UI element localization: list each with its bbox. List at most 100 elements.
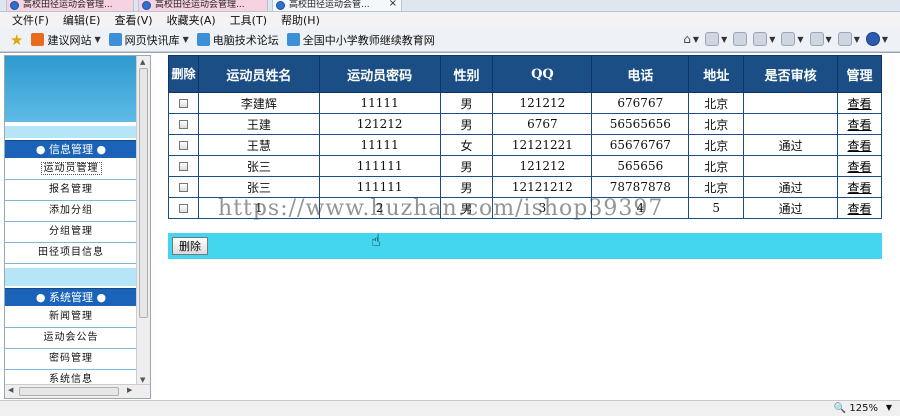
view-link[interactable]: 查看 [847,181,871,195]
chevron-down-icon: ▼ [721,34,728,44]
nav-item-label: 运动员管理 [40,162,102,175]
tools-button[interactable]: ▼ [837,32,860,46]
view-link[interactable]: 查看 [847,160,871,174]
delete-cell [168,155,199,177]
cell-gender: 男 [439,155,494,177]
web-slice-icon [108,33,122,46]
nav-section-info-management[interactable]: ● 信息管理 ● [5,140,137,158]
table-row: 李建辉 11111 男 121212 676767 北京 查看 [168,92,882,114]
menu-file[interactable]: 文件(F) [12,12,49,28]
favorites-star-icon[interactable]: ★ [10,32,23,47]
feeds-button[interactable]: ▼ [705,32,727,46]
nav-item-registration-management[interactable]: 报名管理 [5,180,137,201]
nav-item-label: 田径项目信息 [38,247,104,258]
help-button[interactable]: ▼ [865,32,888,46]
nav-item-label: 添加分组 [49,205,93,216]
fav-teacher-edu[interactable]: 全国中小学教师继续教育网 [286,32,435,48]
col-header-gender: 性别 [439,55,494,93]
nav-item-track-events[interactable]: 田径项目信息 [5,243,137,264]
browser-tab-bar: 高校田径运动会管理... 高校田径运动会管理... 高校田径运动会管... × [0,0,900,12]
row-select-checkbox[interactable] [178,120,188,129]
menu-favorites[interactable]: 收藏夹(A) [167,12,216,28]
nav-section-system-management[interactable]: ● 系统管理 ● [5,288,137,306]
athlete-table-container: 删除 运动员姓名 运动员密码 性别 QQ 电话 地址 是否审核 管理 李建辉 1… [168,55,882,219]
cell-phone: 78787878 [591,176,690,198]
zoom-level[interactable]: 🔍 125% [834,403,878,414]
scroll-thumb[interactable] [139,68,148,318]
scroll-thumb[interactable] [19,387,119,396]
nav-vertical-scrollbar[interactable]: ▲ ▼ [136,56,150,386]
menu-help[interactable]: 帮助(H) [281,12,320,28]
safety-button[interactable]: ▼ [809,32,832,46]
cell-name: 张三 [197,176,320,198]
page-button[interactable]: ▼ [781,32,804,46]
menu-tools[interactable]: 工具(T) [230,12,267,28]
cell-phone: 65676767 [591,134,690,156]
chevron-down-icon: ▼ [797,34,804,44]
row-select-checkbox[interactable] [178,183,188,192]
nav-item-add-group[interactable]: 添加分组 [5,201,137,222]
browser-tab-2[interactable]: 高校田径运动会管理... [138,0,268,11]
view-link[interactable]: 查看 [847,202,871,216]
nav-item-group-management[interactable]: 分组管理 [5,222,137,243]
action-bar: 删除 [168,233,882,259]
row-select-checkbox[interactable] [178,99,188,108]
nav-item-label: 分组管理 [49,226,93,237]
chevron-down-icon[interactable]: ▼ [886,403,892,412]
cell-qq: 12121221 [492,134,593,156]
cell-qq: 6767 [492,113,593,135]
home-button[interactable]: ⌂ ▼ [683,32,699,46]
ie-icon [142,1,151,10]
cell-approved: 通过 [743,134,838,156]
delete-cell [168,197,199,219]
mail-button[interactable] [733,32,748,46]
cell-manage: 查看 [837,197,882,219]
scroll-up-icon[interactable]: ▲ [140,58,145,66]
browser-tab-1[interactable]: 高校田径运动会管理... [6,0,134,11]
close-tab-icon[interactable]: × [389,0,397,9]
browser-tab-3-active[interactable]: 高校田径运动会管... × [272,0,402,11]
menu-edit[interactable]: 编辑(E) [63,12,101,28]
print-button[interactable]: ▼ [753,32,775,46]
cell-gender: 男 [439,113,494,135]
row-select-checkbox[interactable] [178,141,188,150]
nav-item-athlete-management[interactable]: 运动员管理 [5,159,137,180]
nav-item-news-management[interactable]: 新闻管理 [5,307,137,328]
delete-button[interactable]: 删除 [172,237,208,255]
ie-icon [276,1,285,10]
col-header-athlete-name: 运动员姓名 [197,55,320,93]
row-select-checkbox[interactable] [178,204,188,213]
cell-phone: 565656 [591,155,690,177]
col-header-delete: 删除 [168,55,199,93]
cell-address: 北京 [688,134,745,156]
col-header-qq: QQ [492,55,593,93]
nav-item-meet-announcement[interactable]: 运动会公告 [5,328,137,349]
command-bar: ⌂ ▼ ▼ ▼ ▼ ▼ ▼ ▼ [683,32,888,46]
suggested-sites-icon [31,33,45,46]
view-link[interactable]: 查看 [847,97,871,111]
left-nav-frame: ● 信息管理 ● 运动员管理 报名管理 添加分组 分组管理 田径项目信息 ● 系… [4,55,151,399]
scroll-down-icon[interactable]: ▼ [140,376,145,384]
nav-item-label: 密码管理 [49,353,93,364]
scroll-left-icon[interactable]: ◀ [8,386,13,394]
row-select-checkbox[interactable] [178,162,188,171]
nav-horizontal-scrollbar[interactable]: ◀ ▶ [5,384,150,398]
fav-tech-forum[interactable]: 电脑技术论坛 [196,32,279,48]
nav-item-password-management[interactable]: 密码管理 [5,349,137,370]
fav-suggested-sites[interactable]: 建议网站 ▼ [31,32,101,48]
chevron-down-icon: ▼ [94,35,101,44]
cell-approved: 通过 [743,197,838,219]
ie-icon [286,33,300,46]
cell-approved [743,155,838,177]
tab-label: 高校田径运动会管理... [23,0,113,10]
cell-address: 5 [688,197,745,219]
cell-name: 王慧 [197,134,320,156]
fav-web-slice[interactable]: 网页快讯库 ▼ [108,32,189,48]
cell-name: 李建辉 [197,92,320,114]
menu-view[interactable]: 查看(V) [114,12,152,28]
cell-password: 11111 [318,134,441,156]
scroll-right-icon[interactable]: ▶ [127,386,132,394]
zoom-icon: 🔍 [833,403,847,414]
view-link[interactable]: 查看 [847,139,871,153]
view-link[interactable]: 查看 [847,118,871,132]
